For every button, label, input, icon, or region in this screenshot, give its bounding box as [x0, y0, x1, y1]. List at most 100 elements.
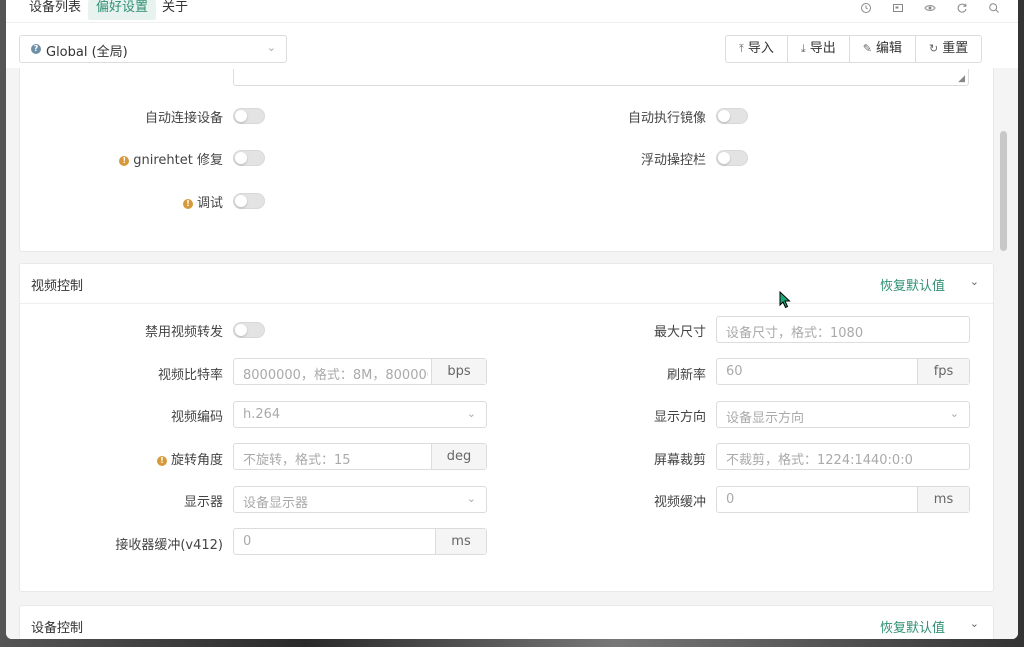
vertical-scrollbar[interactable]	[997, 68, 1011, 631]
gnirehtet-toggle[interactable]	[233, 150, 265, 166]
rotation-text: 旋转角度	[170, 453, 223, 468]
debug-text: 调试	[196, 196, 223, 211]
resize-grip-icon: ◢	[958, 74, 965, 84]
edit-icon: ✎	[862, 42, 872, 55]
edit-button[interactable]: ✎ 编辑	[850, 36, 917, 62]
orientation-select[interactable]: 设备显示方向 ⌄	[716, 401, 970, 428]
chevron-down-icon: ⌄	[466, 492, 476, 505]
receiver-unit: ms	[435, 529, 486, 554]
video-reset-default-button[interactable]: 恢复默认值	[880, 275, 945, 294]
auto-connect-toggle[interactable]	[233, 108, 265, 124]
buffer-input[interactable]: 0 ms	[716, 486, 970, 513]
rotation-unit: deg	[431, 444, 486, 469]
crop-input[interactable]: 不裁剪，格式：1224:1440:0:0	[716, 443, 970, 470]
codec-value: h.264	[243, 407, 281, 422]
gnirehtet-label: ! gnirehtet 修复	[23, 149, 223, 168]
buffer-label: 视频缓冲	[653, 495, 706, 510]
refresh-rate-input[interactable]: 60 fps	[716, 358, 970, 385]
preset-select[interactable]: ? Global (全局) ⌄	[19, 35, 287, 63]
display-select[interactable]: 设备显示器 ⌄	[233, 486, 487, 513]
info-icon[interactable]: !	[156, 456, 167, 466]
video-control-card: 视频控制 恢复默认值 ⌄ 禁用视频转发 最大尺寸 设备尺寸，格式：1080 视频…	[19, 263, 994, 592]
settings-scroll-area[interactable]: ◢ 自动连接设备 自动执行镜像 ! gnirehtet 修复 浮动操控栏 ! 调试 …	[6, 68, 1018, 639]
auto-mirror-toggle[interactable]	[716, 108, 748, 124]
gnirehtet-text: gnirehtet 修复	[133, 153, 223, 168]
import-label: 导入	[747, 41, 774, 56]
chevron-down-icon[interactable]: ⌄	[970, 275, 979, 288]
orientation-placeholder: 设备显示方向	[726, 411, 805, 426]
crop-placeholder: 不裁剪，格式：1224:1440:0:0	[726, 453, 913, 468]
preset-label: Global (全局)	[46, 45, 128, 60]
reset-label: 重置	[942, 41, 969, 56]
crop-label: 屏幕裁剪	[653, 453, 706, 468]
refresh-unit: fps	[917, 359, 969, 384]
upload-icon: ⤒	[739, 42, 744, 55]
download-icon: ⤓	[800, 42, 806, 55]
scrollbar-thumb[interactable]	[1000, 131, 1007, 251]
screen-icon[interactable]	[891, 2, 905, 16]
info-icon[interactable]: !	[182, 199, 193, 209]
buffer-unit: ms	[917, 487, 969, 512]
rotation-placeholder: 不旋转，格式：15	[243, 453, 351, 468]
info-icon[interactable]: !	[119, 156, 130, 166]
device-reset-default-button[interactable]: 恢复默认值	[880, 617, 945, 636]
codec-select[interactable]: h.264 ⌄	[233, 401, 487, 428]
mouse-cursor-icon	[779, 291, 791, 309]
max-size-placeholder: 设备尺寸，格式：1080	[726, 326, 864, 341]
refresh-rate-label: 刷新率	[666, 368, 706, 383]
custom-args-textarea[interactable]: ◢	[233, 69, 969, 86]
info-icon: ?	[31, 44, 41, 54]
export-label: 导出	[809, 41, 836, 56]
device-control-card: 设备控制 恢复默认值 ⌄	[19, 605, 994, 639]
device-card-header[interactable]: 设备控制 恢复默认值 ⌄	[20, 606, 993, 639]
reset-button[interactable]: ↻ 重置	[916, 36, 981, 62]
max-size-input[interactable]: 设备尺寸，格式：1080	[716, 316, 970, 343]
codec-label: 视频编码	[170, 410, 223, 425]
bitrate-input[interactable]: 8000000，格式：8M，8000000 bps	[233, 358, 487, 385]
bitrate-placeholder: 8000000，格式：8M，8000000	[243, 368, 428, 383]
app-window: 设备列表 偏好设置 关于 ? Global (全局) ⌄ ⤒ 导入 ⤓ 导出 ✎ 编辑…	[6, 0, 1018, 639]
tab-device-list[interactable]: 设备列表	[21, 0, 89, 20]
auto-mirror-label: 自动执行镜像	[627, 111, 706, 126]
video-card-title: 视频控制	[31, 279, 84, 294]
bitrate-unit: bps	[431, 359, 486, 384]
max-size-label: 最大尺寸	[653, 325, 706, 340]
receiver-placeholder: 0	[243, 534, 252, 549]
chevron-down-icon: ⌄	[949, 407, 959, 420]
receiver-buffer-input[interactable]: 0 ms	[233, 528, 487, 555]
action-button-group: ⤒ 导入 ⤓ 导出 ✎ 编辑 ↻ 重置	[725, 35, 983, 63]
tab-about[interactable]: 关于	[154, 0, 196, 20]
top-nav: 设备列表 偏好设置 关于	[6, 0, 1018, 23]
debug-label: ! 调试	[23, 192, 223, 211]
video-card-header[interactable]: 视频控制 恢复默认值 ⌄	[20, 264, 993, 304]
floating-bar-toggle[interactable]	[716, 150, 748, 166]
bitrate-label: 视频比特率	[157, 368, 223, 383]
export-button[interactable]: ⤓ 导出	[788, 36, 850, 62]
rotation-input[interactable]: 不旋转，格式：15 deg	[233, 443, 487, 470]
display-placeholder: 设备显示器	[243, 496, 309, 511]
refresh-icon[interactable]	[955, 2, 969, 16]
rotation-label: ! 旋转角度	[23, 449, 223, 468]
buffer-placeholder: 0	[726, 492, 735, 507]
search-icon[interactable]	[987, 2, 1001, 16]
eye-icon[interactable]	[923, 2, 937, 16]
disable-forward-label: 禁用视频转发	[144, 325, 223, 340]
chevron-down-icon: ⌄	[266, 41, 276, 54]
clock-icon[interactable]	[859, 2, 873, 16]
edit-label: 编辑	[876, 41, 903, 56]
chevron-down-icon: ⌄	[466, 407, 476, 420]
receiver-buffer-label: 接收器缓冲(v412)	[115, 538, 223, 553]
display-label: 显示器	[183, 495, 223, 510]
device-card-title: 设备控制	[31, 621, 84, 636]
chevron-down-icon[interactable]: ⌄	[970, 617, 979, 630]
general-settings-card: ◢ 自动连接设备 自动执行镜像 ! gnirehtet 修复 浮动操控栏 ! 调试	[19, 68, 994, 252]
disable-forward-toggle[interactable]	[233, 322, 265, 338]
debug-toggle[interactable]	[233, 193, 265, 209]
tab-preferences[interactable]: 偏好设置	[88, 0, 157, 20]
reset-icon: ↻	[929, 42, 939, 55]
orientation-label: 显示方向	[653, 410, 706, 425]
auto-connect-label: 自动连接设备	[144, 111, 223, 126]
import-button[interactable]: ⤒ 导入	[726, 36, 788, 62]
floating-bar-label: 浮动操控栏	[640, 153, 706, 168]
refresh-placeholder: 60	[726, 364, 743, 379]
